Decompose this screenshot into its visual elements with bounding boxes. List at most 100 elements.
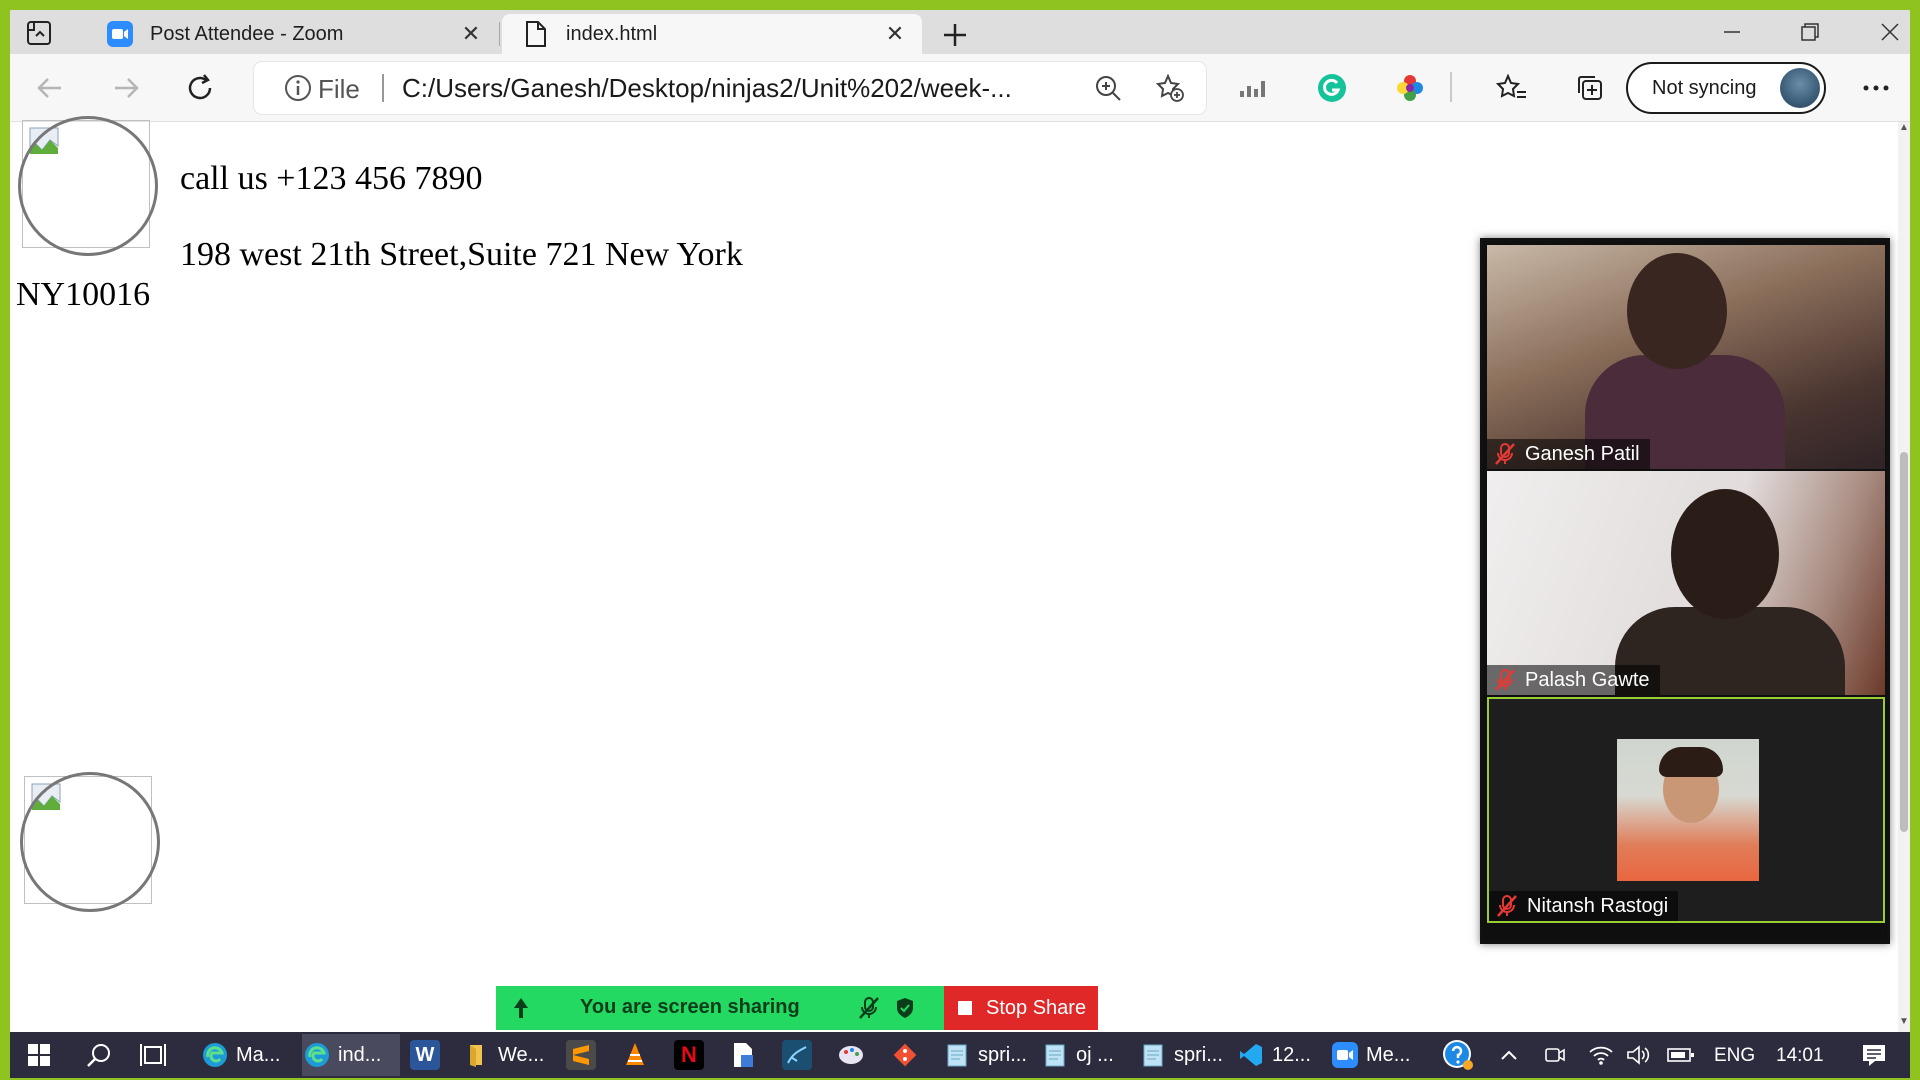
scroll-up-icon[interactable]: ▲	[1898, 122, 1910, 138]
file-icon	[522, 20, 550, 48]
drag-handle-icon[interactable]	[510, 996, 532, 1025]
volume-icon[interactable]	[1624, 1034, 1654, 1076]
tray-overflow-icon[interactable]	[1494, 1034, 1524, 1076]
broken-image	[20, 772, 160, 912]
forward-icon[interactable]	[106, 68, 146, 108]
taskbar-item-edge[interactable]: Ma...	[200, 1034, 298, 1076]
close-window-icon[interactable]	[1862, 12, 1910, 52]
taskbar-item-label: Ma...	[236, 1043, 281, 1066]
taskbar-item-label: oj ...	[1076, 1043, 1114, 1066]
url-separator	[382, 74, 384, 102]
mysql-icon	[782, 1040, 812, 1070]
grammarly-icon[interactable]	[1312, 68, 1352, 108]
notifications-icon[interactable]	[1854, 1034, 1894, 1076]
page-scrollbar[interactable]: ▲ ▼	[1898, 122, 1910, 1032]
restore-icon[interactable]	[1782, 12, 1838, 52]
favorites-icon[interactable]	[1492, 68, 1532, 108]
tab-actions-icon[interactable]	[24, 18, 54, 48]
edge-icon	[200, 1040, 230, 1070]
paint-icon	[836, 1040, 866, 1070]
back-icon[interactable]	[30, 68, 70, 108]
screen-share-bar: You are screen sharing Stop Share	[496, 986, 1098, 1030]
info-icon[interactable]	[284, 74, 312, 102]
zoom-in-icon[interactable]	[1092, 72, 1124, 104]
taskbar-item-git[interactable]	[890, 1034, 926, 1076]
tab-title: Post Attendee - Zoom	[150, 22, 344, 45]
taskbar-item-netflix[interactable]: N	[674, 1034, 710, 1076]
taskbar-item-label: spri...	[978, 1043, 1027, 1066]
sublime-icon	[566, 1040, 596, 1070]
security-shield-icon[interactable]	[894, 996, 916, 1025]
wifi-icon[interactable]	[1586, 1034, 1616, 1076]
git-icon	[890, 1040, 920, 1070]
netflix-icon: N	[674, 1040, 704, 1070]
participant-video[interactable]: Ganesh Patil	[1487, 245, 1885, 469]
taskbar-item-notepad[interactable]: spri...	[942, 1034, 1028, 1076]
taskbar-item-zoom[interactable]: Me...	[1330, 1034, 1420, 1076]
tab-zoom[interactable]: Post Attendee - Zoom ✕	[86, 14, 498, 54]
performance-icon[interactable]	[1234, 68, 1274, 108]
collections-icon[interactable]	[1570, 68, 1610, 108]
help-tray-button[interactable]	[1438, 1034, 1478, 1076]
tab-index-html[interactable]: index.html ✕	[502, 14, 922, 54]
toolbar-separator	[1450, 72, 1452, 102]
notepad-icon	[942, 1040, 972, 1070]
url-text[interactable]: C:/Users/Ganesh/Desktop/ninjas2/Unit%202…	[402, 73, 1102, 104]
refresh-icon[interactable]	[180, 68, 220, 108]
battery-icon[interactable]	[1666, 1034, 1696, 1076]
participant-video-active[interactable]: Nitansh Rastogi	[1487, 697, 1885, 923]
muted-mic-icon	[1493, 668, 1517, 692]
profile-sync-button[interactable]: Not syncing	[1626, 62, 1826, 114]
vscode-icon	[1236, 1040, 1266, 1070]
close-icon[interactable]: ✕	[880, 19, 910, 49]
minimize-icon[interactable]	[1704, 12, 1760, 52]
taskbar-item-label: 12...	[1272, 1043, 1311, 1066]
address-line-2: NY10016	[16, 276, 151, 313]
color-picker-icon[interactable]	[1390, 68, 1430, 108]
taskbar-item-sublime[interactable]	[566, 1034, 602, 1076]
taskbar-item-edge-active[interactable]: ind...	[302, 1034, 400, 1076]
muted-mic-icon[interactable]	[858, 996, 880, 1025]
notepad-icon	[1138, 1040, 1168, 1070]
taskbar-item-notepad[interactable]: spri...	[1138, 1034, 1224, 1076]
taskbar-item-notepad[interactable]: oj ...	[1040, 1034, 1120, 1076]
add-favorite-icon[interactable]	[1154, 72, 1186, 104]
taskbar-item-vlc[interactable]	[620, 1034, 656, 1076]
windows-taskbar: Ma... ind... W We... N spri... oj ... sp…	[10, 1032, 1910, 1078]
taskbar-item-mysql[interactable]	[782, 1034, 818, 1076]
address-bar[interactable]: File C:/Users/Ganesh/Desktop/ninjas2/Uni…	[254, 62, 1206, 114]
search-button[interactable]	[76, 1034, 122, 1076]
more-icon[interactable]	[1856, 68, 1896, 108]
vlc-icon	[620, 1040, 650, 1070]
new-tab-icon[interactable]	[938, 18, 972, 52]
scroll-down-icon[interactable]: ▼	[1898, 1016, 1910, 1032]
edge-icon	[302, 1040, 332, 1070]
stop-share-label: Stop Share	[986, 996, 1087, 1019]
participant-name-tag: Palash Gawte	[1487, 665, 1660, 695]
stop-icon	[958, 1001, 972, 1015]
document-icon	[728, 1040, 758, 1070]
meet-now-icon[interactable]	[1540, 1034, 1570, 1076]
taskbar-item-paint[interactable]	[836, 1034, 872, 1076]
participant-name-tag: Ganesh Patil	[1487, 439, 1650, 469]
taskbar-item-explorer[interactable]: We...	[462, 1034, 552, 1076]
stop-share-button[interactable]: Stop Share	[944, 986, 1098, 1030]
taskbar-item-vscode[interactable]: 12...	[1236, 1034, 1316, 1076]
scroll-thumb[interactable]	[1900, 452, 1908, 832]
browser-window: Post Attendee - Zoom ✕ index.html ✕ File…	[10, 10, 1910, 1078]
task-view-button[interactable]	[130, 1034, 176, 1076]
taskbar-item-word[interactable]: W	[410, 1034, 446, 1076]
contact-phone: call us +123 456 7890	[180, 160, 483, 197]
language-indicator[interactable]: ENG	[1714, 1045, 1755, 1067]
close-icon[interactable]: ✕	[456, 19, 486, 49]
participant-video[interactable]: Palash Gawte	[1487, 471, 1885, 695]
browser-toolbar: File C:/Users/Ganesh/Desktop/ninjas2/Uni…	[10, 54, 1910, 122]
notepad-icon	[1040, 1040, 1070, 1070]
start-button[interactable]	[16, 1034, 62, 1076]
taskbar-item-document[interactable]	[728, 1034, 764, 1076]
zoom-video-panel[interactable]: Ganesh Patil Palash Gawte Nitansh Rastog…	[1480, 238, 1890, 944]
clock[interactable]: 14:01	[1776, 1045, 1824, 1067]
screen-sharing-indicator[interactable]: You are screen sharing	[496, 986, 944, 1030]
avatar	[1780, 68, 1820, 108]
address-line-1: 198 west 21th Street,Suite 721 New York	[180, 236, 743, 273]
